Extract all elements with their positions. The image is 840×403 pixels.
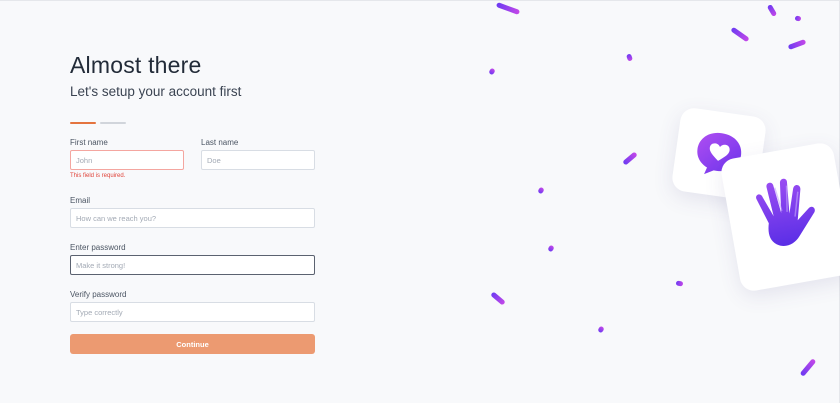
continue-button[interactable]: Continue [70, 334, 315, 354]
confetti-squiggle [766, 4, 778, 17]
confetti-squiggle [799, 358, 817, 377]
confetti-squiggle [675, 280, 684, 287]
password-label: Enter password [70, 243, 126, 252]
email-input[interactable] [70, 208, 315, 228]
first-name-label: First name [70, 138, 108, 147]
password-input[interactable] [70, 255, 315, 275]
decorative-illustration [440, 0, 840, 403]
confetti-squiggle [730, 26, 750, 43]
confetti-squiggle [597, 325, 605, 334]
wave-card [719, 141, 840, 293]
confetti-squiggle [490, 291, 506, 306]
step-1-indicator [70, 122, 96, 124]
first-name-input[interactable] [70, 150, 184, 170]
verify-password-label: Verify password [70, 290, 127, 299]
first-name-error: This field is required. [70, 173, 126, 179]
signup-form-panel: Almost there Let's setup your account fi… [70, 0, 330, 403]
confetti-squiggle [495, 2, 521, 15]
page-title: Almost there [70, 52, 202, 78]
confetti-squiggle [547, 244, 555, 253]
verify-password-input[interactable] [70, 302, 315, 322]
confetti-squiggle [488, 67, 496, 76]
confetti-squiggle [622, 151, 638, 166]
confetti-squiggle [794, 15, 802, 22]
page-subtitle: Let's setup your account first [70, 84, 242, 99]
confetti-squiggle [537, 186, 545, 195]
last-name-input[interactable] [201, 150, 315, 170]
waving-hand-icon [756, 178, 815, 246]
step-2-indicator [100, 122, 126, 124]
confetti-squiggle [787, 39, 807, 50]
email-label: Email [70, 196, 91, 205]
last-name-label: Last name [201, 138, 239, 147]
step-indicator [70, 122, 126, 124]
confetti-squiggle [625, 53, 634, 62]
